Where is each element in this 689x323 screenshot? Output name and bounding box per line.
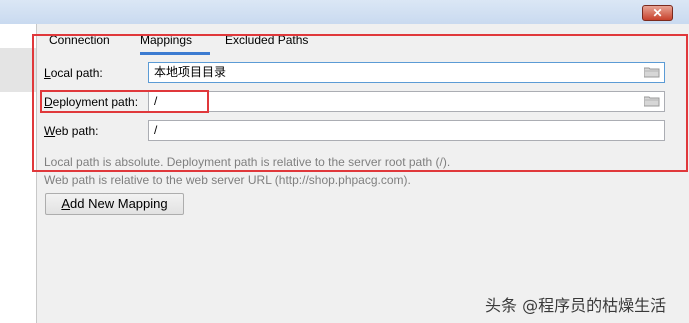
- web-path-field[interactable]: /: [148, 120, 665, 141]
- web-path-value: /: [154, 123, 158, 137]
- local-path-field[interactable]: 本地项目目录: [148, 62, 665, 83]
- web-path-label: Web path:: [44, 124, 99, 138]
- server-list-pane: [0, 24, 37, 323]
- hint-line-2: Web path is relative to the web server U…: [44, 173, 411, 187]
- tab-connection[interactable]: Connection: [49, 32, 110, 52]
- close-icon: ✕: [652, 6, 663, 20]
- close-button[interactable]: ✕: [642, 5, 673, 21]
- watermark: 头条 @程序员的枯燥生活: [485, 296, 667, 315]
- local-path-label: Local path:: [44, 66, 103, 80]
- deployment-path-value: /: [154, 94, 158, 108]
- tab-excluded-paths[interactable]: Excluded Paths: [225, 32, 308, 52]
- deployment-path-field[interactable]: /: [148, 91, 665, 112]
- folder-icon[interactable]: [644, 66, 660, 78]
- deployment-path-label: Deployment path:: [44, 95, 139, 109]
- tab-mappings[interactable]: Mappings: [140, 32, 210, 55]
- server-list-selected-item[interactable]: [0, 48, 36, 92]
- window-title-bar: ✕: [0, 0, 689, 24]
- local-path-value: 本地项目目录: [154, 65, 227, 79]
- hint-line-1: Local path is absolute. Deployment path …: [44, 155, 451, 169]
- add-new-mapping-button[interactable]: Add New Mapping: [45, 193, 184, 215]
- folder-icon[interactable]: [644, 95, 660, 107]
